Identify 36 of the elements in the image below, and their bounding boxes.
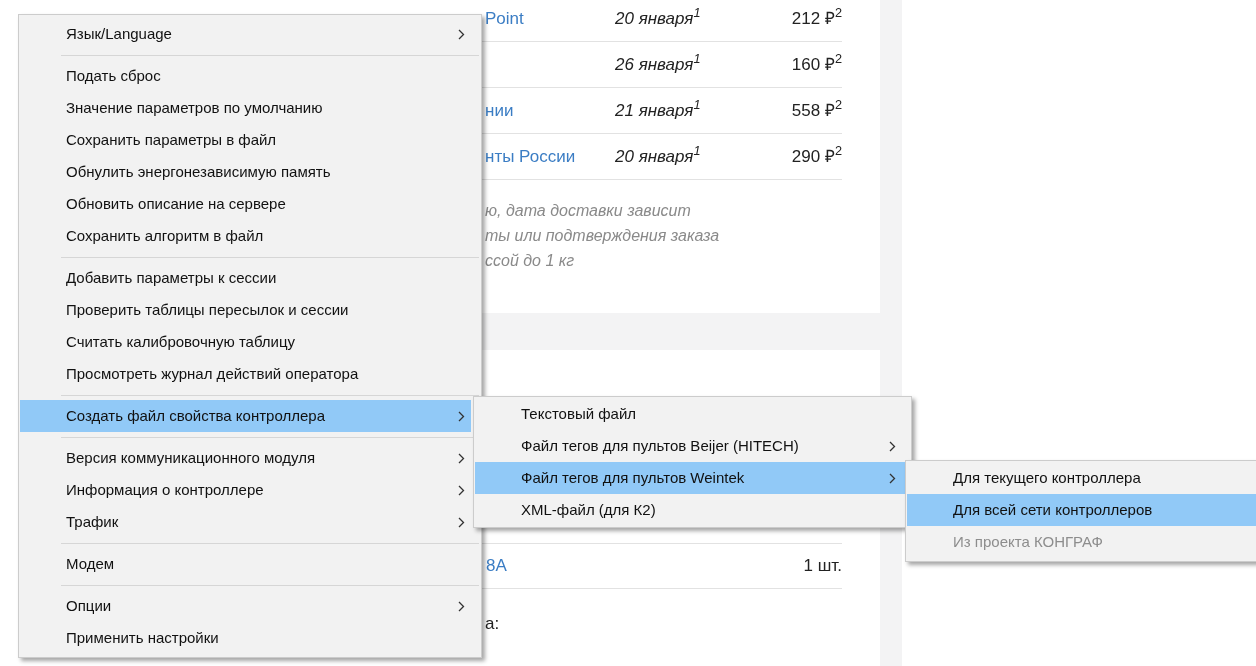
menu-item[interactable]: Проверить таблицы пересылок и сессии — [20, 294, 471, 326]
delivery-date: 21 января$^{1}$ — [615, 97, 702, 122]
menu-item[interactable]: Для текущего контроллера — [907, 462, 1256, 494]
delivery-price: 212 ₽$^{2}$ — [791, 5, 842, 30]
menu-item[interactable]: Значение параметров по умолчанию — [20, 92, 471, 124]
caption-text: а: — [485, 614, 500, 633]
delivery-price: 160 ₽$^{2}$ — [791, 51, 842, 76]
delivery-price: 290 ₽$^{2}$ — [791, 143, 842, 168]
note-text: ю, дата доставки зависит — [485, 201, 692, 221]
note-text: ты или подтверждения заказа — [485, 226, 721, 246]
menu-item[interactable]: Создать файл свойства контроллера — [20, 400, 471, 432]
product-link[interactable]: 8A — [486, 553, 507, 579]
menu-item[interactable]: Язык/Language — [20, 18, 471, 50]
delivery-date: 26 января$^{1}$ — [615, 51, 702, 76]
menu-item[interactable]: Модем — [20, 548, 471, 580]
menu-item[interactable]: Добавить параметры к сессии — [20, 262, 471, 294]
menu-item[interactable]: Считать калибровочную таблицу — [20, 326, 471, 358]
menu-item[interactable]: Подать сброс — [20, 60, 471, 92]
menu-item[interactable]: Трафик — [20, 506, 471, 538]
menu-item[interactable]: Информация о контроллере — [20, 474, 471, 506]
menu-item[interactable]: Сохранить алгоритм в файл — [20, 220, 471, 252]
menu-item[interactable]: Просмотреть журнал действий оператора — [20, 358, 471, 390]
menu-item[interactable]: Сохранить параметры в файл — [20, 124, 471, 156]
product-quantity: 1 шт. — [803, 555, 842, 578]
delivery-date: 20 января$^{1}$ — [615, 5, 702, 30]
menu-item[interactable]: Версия коммуникационного модуля — [20, 442, 471, 474]
menu-item[interactable]: Для всей сети контроллеров — [907, 494, 1256, 526]
delivery-price: 558 ₽$^{2}$ — [791, 97, 842, 122]
menu-item[interactable]: Обновить описание на сервере — [20, 188, 471, 220]
menu-item[interactable]: Текстовый файл — [475, 398, 910, 430]
note-text: ссой до 1 кг — [485, 251, 576, 271]
delivery-date: 20 января$^{1}$ — [615, 143, 702, 168]
menu-item[interactable]: Файл тегов для пультов Beijer (HITECH) — [475, 430, 910, 462]
menu-item[interactable]: Опции — [20, 590, 471, 622]
menu-item[interactable]: Обнулить энергонезависимую память — [20, 156, 471, 188]
menu-item[interactable]: Применить настройки — [20, 622, 471, 654]
